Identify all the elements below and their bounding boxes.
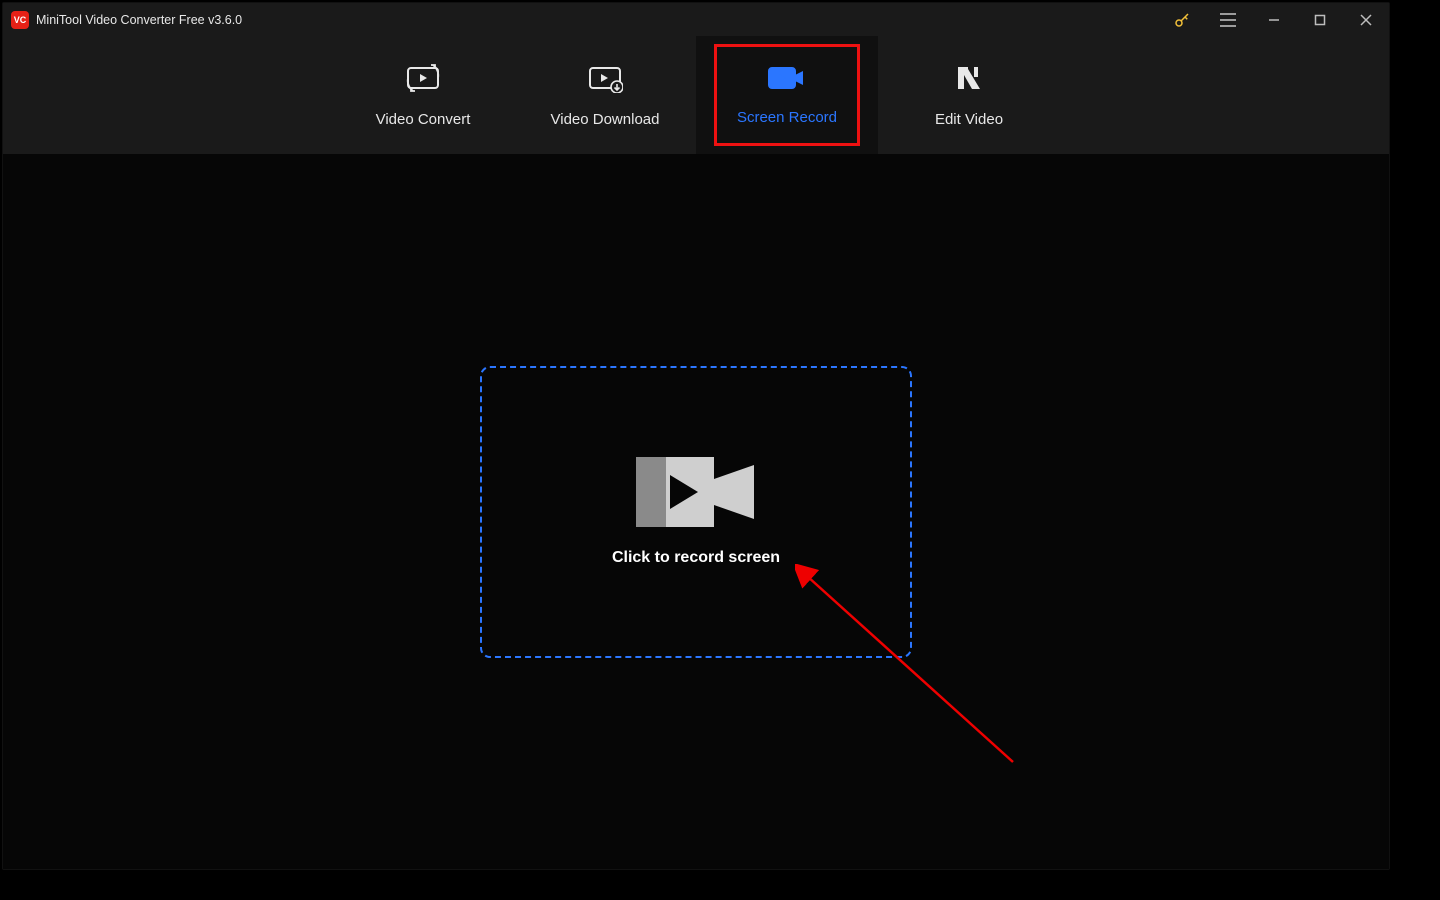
- minimize-button[interactable]: [1251, 3, 1297, 36]
- titlebar: VC MiniTool Video Converter Free v3.6.0: [3, 3, 1389, 36]
- download-icon: [587, 63, 623, 93]
- tab-label: Video Convert: [376, 111, 471, 128]
- close-icon: [1360, 14, 1372, 26]
- tab-label: Video Download: [551, 111, 660, 128]
- camera-icon: [636, 457, 756, 527]
- annotation-highlight-box: [714, 44, 860, 146]
- key-icon: [1173, 11, 1191, 29]
- app-title: MiniTool Video Converter Free v3.6.0: [36, 13, 242, 27]
- tab-edit-video[interactable]: Edit Video: [878, 36, 1060, 154]
- tab-label: Edit Video: [935, 111, 1003, 128]
- edit-video-icon: [954, 63, 984, 93]
- hamburger-icon: [1219, 13, 1237, 27]
- convert-icon: [405, 63, 441, 93]
- hamburger-menu-button[interactable]: [1205, 3, 1251, 36]
- maximize-icon: [1314, 14, 1326, 26]
- record-prompt-text: Click to record screen: [612, 549, 780, 567]
- maximize-button[interactable]: [1297, 3, 1343, 36]
- tab-screen-record[interactable]: Screen Record: [696, 36, 878, 154]
- app-logo-icon: VC: [11, 11, 29, 29]
- close-button[interactable]: [1343, 3, 1389, 36]
- record-screen-button[interactable]: Click to record screen: [480, 366, 912, 658]
- app-window: VC MiniTool Video Converter Free v3.6.0: [2, 2, 1390, 870]
- tab-video-convert[interactable]: Video Convert: [332, 36, 514, 154]
- license-key-button[interactable]: [1159, 3, 1205, 36]
- app-logo-text: VC: [14, 15, 27, 25]
- tab-video-download[interactable]: Video Download: [514, 36, 696, 154]
- tab-label: Screen Record: [737, 109, 837, 126]
- main-nav: Video Convert Video Download Screen Reco…: [3, 36, 1389, 154]
- screen-record-icon: [767, 65, 807, 91]
- main-content-area: Click to record screen: [3, 154, 1389, 869]
- minimize-icon: [1268, 14, 1280, 26]
